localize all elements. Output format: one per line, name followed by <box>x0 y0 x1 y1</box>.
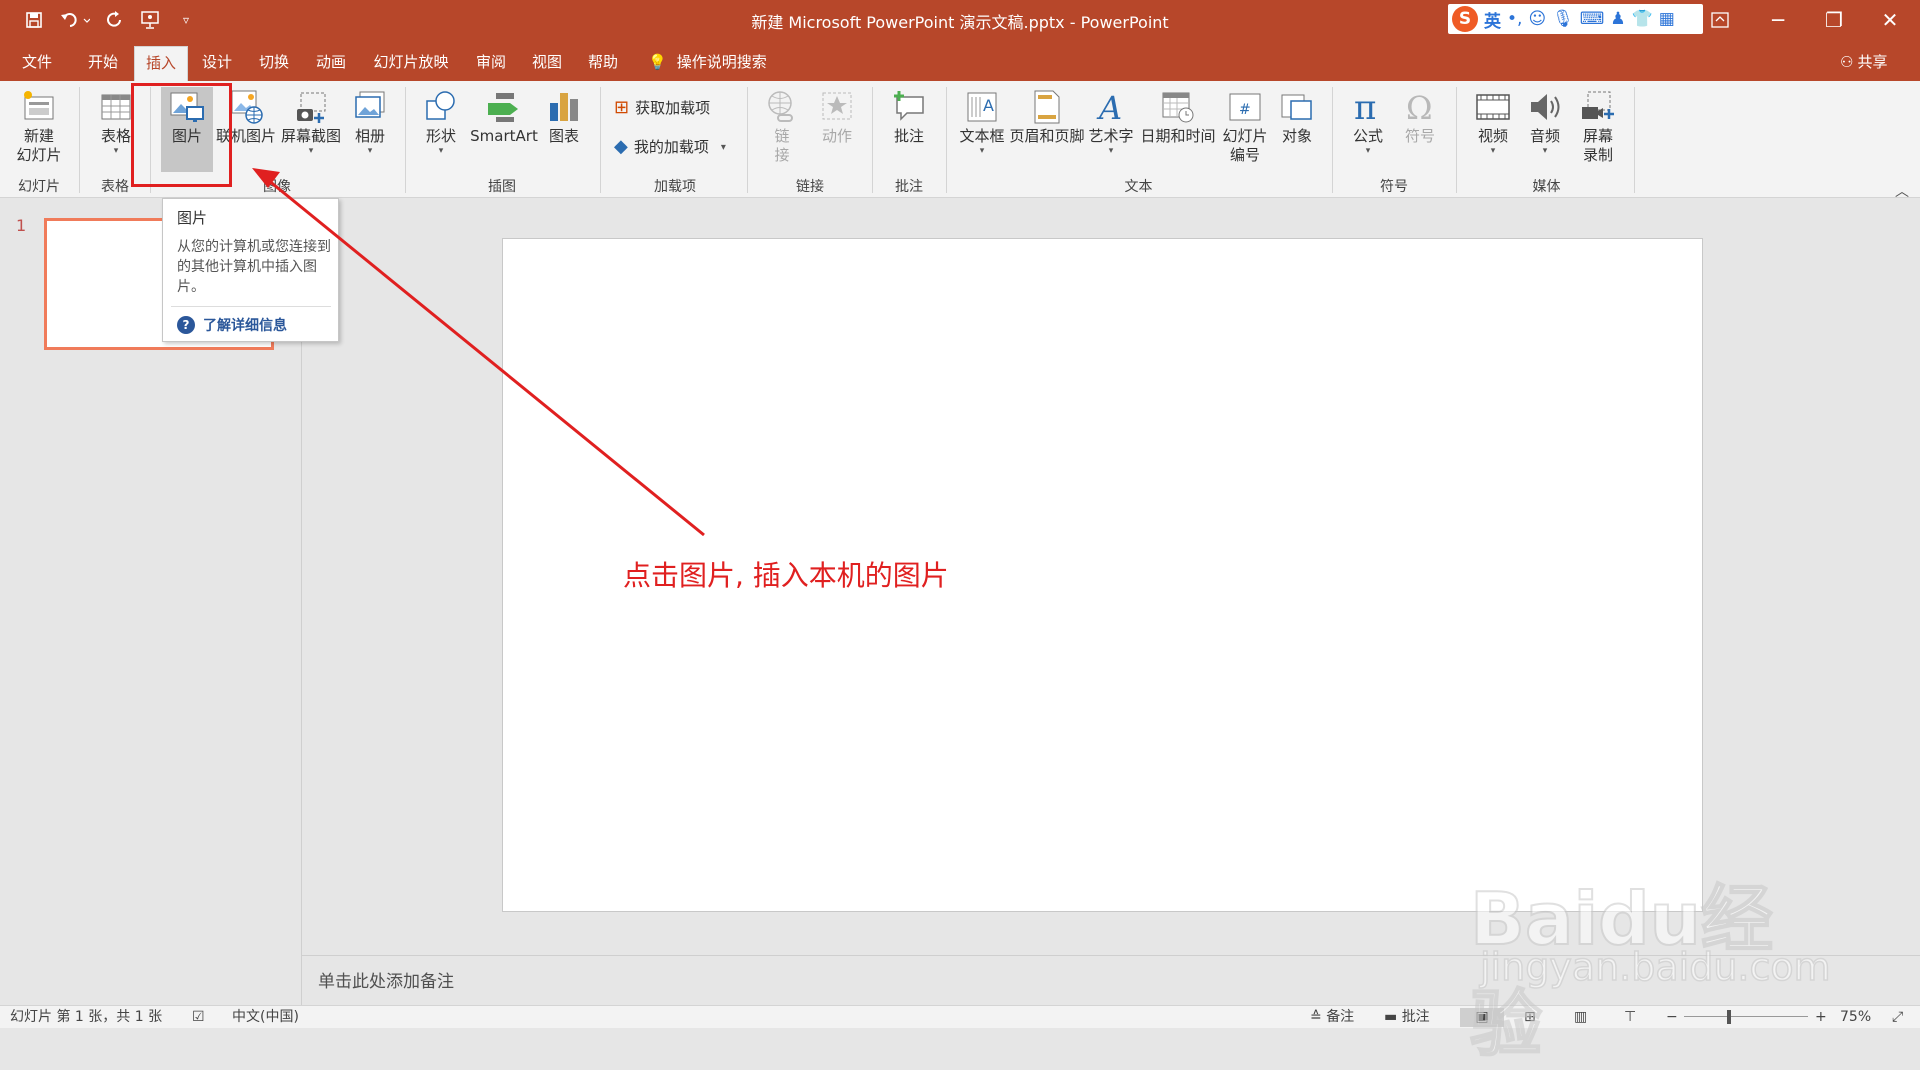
baidu-watermark: Baidu经验 jingyan.baidu.com <box>1469 820 1831 1067</box>
watermark-url: jingyan.baidu.com <box>1479 944 1831 990</box>
annotation-text: 点击图片, 插入本机的图片 <box>623 559 949 592</box>
